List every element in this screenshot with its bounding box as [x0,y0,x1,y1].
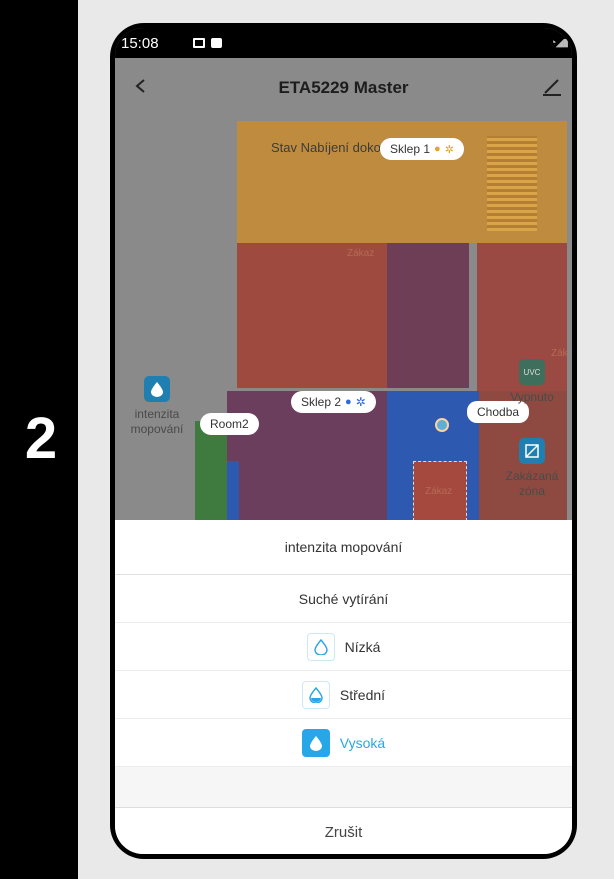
option-label: Suché vytírání [298,590,389,607]
mop-intensity-line2: mopování [130,422,184,436]
option-high[interactable]: Vysoká [115,719,572,767]
status-bar: 15:08 ◔◢▮ [115,28,572,58]
forbidden-zone-icon [519,438,545,464]
room-label-sklep1[interactable]: Sklep 1 ● ✲ [380,138,464,160]
zone-text-2: Zákaz [425,486,453,497]
room-label-sklep2[interactable]: Sklep 2 ● ✲ [291,391,376,413]
room-label-room2-text: Room2 [210,417,249,431]
uvc-badge: UVC [523,367,541,377]
water-drop-icon [144,376,170,402]
left-step-bar: 2 [0,0,78,879]
forbidden-zone-glyph [525,444,539,458]
water-drop-icon: ● [345,396,352,408]
video-icon [211,38,222,48]
step-number: 2 [24,406,58,471]
option-label: Střední [339,686,386,703]
sheet-title: intenzita mopování [115,520,572,575]
fan-icon: ✲ [444,143,454,156]
uvc-icon: UVC [519,359,545,385]
mop-intensity-sheet: intenzita mopování Suché vytírání Nízká [115,520,572,854]
forbidden-zone-line1: Zakázaná [505,469,559,483]
page-title: ETA5229 Master [278,78,409,97]
edit-icon[interactable] [540,74,564,98]
map-room-upper-mid [387,243,469,388]
water-drop-low-glyph [313,638,328,655]
map-room-sklep1-stripes [487,136,537,231]
uvc-label: Vypnuto [510,390,554,404]
room-label-chodba-text: Chodba [477,405,520,419]
option-low[interactable]: Nízká [115,623,572,671]
option-label: Vysoká [339,734,386,751]
mop-intensity-line1: intenzita [134,407,180,421]
fan-icon: ✲ [355,395,366,409]
water-drop-medium-icon [301,680,330,709]
water-drop-high-icon [301,728,330,757]
signal-icon: ◔◢▮ [549,37,569,49]
water-drop-low-icon [306,632,335,661]
map-room-upper-left [237,243,387,388]
mop-intensity-tool[interactable]: intenzita mopování [117,376,197,437]
phone-frame: 15:08 ◔◢▮ ETA5229 Master Stav Nabíjení d… [110,23,577,859]
map-room-room2 [195,421,227,536]
water-drop-medium-glyph [309,686,323,703]
forbidden-zone-tool[interactable]: Zakázaná zóna [490,438,572,499]
status-time: 15:08 [121,35,159,52]
room-label-sklep1-text: Sklep 1 [390,142,431,156]
water-drop-icon: ● [434,143,441,155]
app-header: ETA5229 Master [115,58,572,116]
zone-text-1: Zákaz [347,248,375,259]
water-drop-glyph [151,382,163,397]
option-label: Nízká [344,638,381,655]
robot-position-icon [435,418,449,432]
option-dry-mopping[interactable]: Suché vytírání [115,575,572,623]
option-medium[interactable]: Střední [115,671,572,719]
phone-screen: 15:08 ◔◢▮ ETA5229 Master Stav Nabíjení d… [115,28,572,854]
sheet-gap [115,767,572,807]
uvc-toggle[interactable]: UVC Vypnuto [490,359,572,405]
cleaning-map[interactable]: Stav Nabíjení dokončeno Zákaz Zákaz Zák … [115,116,572,536]
image-icon [193,38,205,48]
room-label-room2[interactable]: Room2 [200,413,259,435]
water-drop-high-glyph [309,735,322,751]
cancel-button[interactable]: Zrušit [115,807,572,854]
room-label-sklep2-text: Sklep 2 [301,395,342,409]
zone-text-3: Zák [551,348,568,359]
forbidden-zone-line2: zóna [518,484,546,498]
